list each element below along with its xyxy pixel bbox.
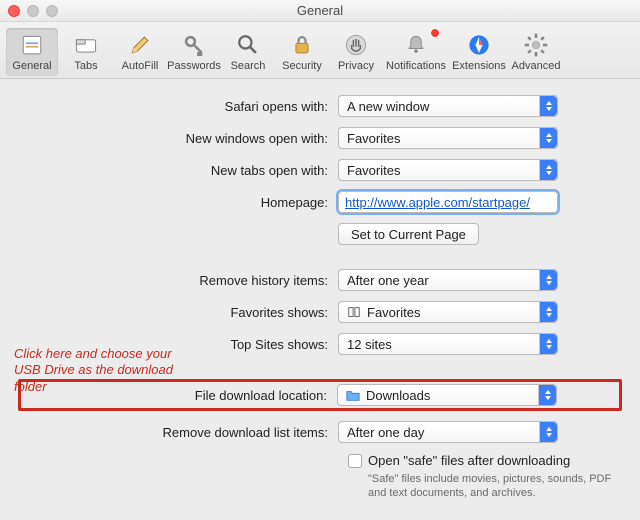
select-remove-downloads[interactable]: After one day bbox=[338, 421, 558, 443]
label-opens-with: Safari opens with: bbox=[18, 99, 338, 114]
select-opens-with[interactable]: A new window bbox=[338, 95, 558, 117]
general-icon bbox=[14, 30, 50, 60]
select-value: After one year bbox=[347, 273, 429, 288]
tabs-icon bbox=[68, 30, 104, 60]
select-value: A new window bbox=[347, 99, 429, 114]
tab-label: General bbox=[12, 60, 51, 72]
select-remove-history[interactable]: After one year bbox=[338, 269, 558, 291]
annotation-callout: Click here and choose your USB Drive as … bbox=[14, 346, 174, 395]
chevron-updown-icon bbox=[539, 422, 557, 442]
select-download-location[interactable]: Downloads bbox=[337, 384, 557, 406]
tab-tabs[interactable]: Tabs bbox=[60, 28, 112, 76]
label-new-tabs: New tabs open with: bbox=[18, 163, 338, 178]
select-value: Favorites bbox=[347, 163, 400, 178]
select-new-tabs[interactable]: Favorites bbox=[338, 159, 558, 181]
titlebar: General bbox=[0, 0, 640, 22]
chevron-updown-icon bbox=[539, 270, 557, 290]
tab-security[interactable]: Security bbox=[276, 28, 328, 76]
hand-icon bbox=[338, 30, 374, 60]
select-new-windows[interactable]: Favorites bbox=[338, 127, 558, 149]
compass-icon bbox=[461, 30, 497, 60]
tab-label: AutoFill bbox=[122, 60, 159, 72]
tab-label: Passwords bbox=[167, 60, 221, 72]
chevron-updown-icon bbox=[539, 128, 557, 148]
tab-label: Advanced bbox=[512, 60, 561, 72]
label-remove-history: Remove history items: bbox=[18, 273, 338, 288]
gear-icon bbox=[518, 30, 554, 60]
tab-search[interactable]: Search bbox=[222, 28, 274, 76]
pencil-icon bbox=[122, 30, 158, 60]
chevron-updown-icon bbox=[539, 96, 557, 116]
select-value: Favorites bbox=[367, 305, 420, 320]
open-safe-help: "Safe" files include movies, pictures, s… bbox=[368, 472, 618, 501]
tab-autofill[interactable]: AutoFill bbox=[114, 28, 166, 76]
bell-icon bbox=[398, 30, 434, 60]
tab-extensions[interactable]: Extensions bbox=[450, 28, 508, 76]
select-value: After one day bbox=[347, 425, 424, 440]
tab-passwords[interactable]: Passwords bbox=[168, 28, 220, 76]
select-favorites-shows[interactable]: Favorites bbox=[338, 301, 558, 323]
tab-label: Security bbox=[282, 60, 322, 72]
folder-icon bbox=[346, 388, 360, 402]
label-favorites-shows: Favorites shows: bbox=[18, 305, 338, 320]
set-current-page-button[interactable]: Set to Current Page bbox=[338, 223, 479, 245]
button-label: Set to Current Page bbox=[351, 227, 466, 242]
select-top-sites[interactable]: 12 sites bbox=[338, 333, 558, 355]
tab-label: Notifications bbox=[386, 60, 446, 72]
select-value: Downloads bbox=[366, 388, 430, 403]
tab-notifications[interactable]: Notifications bbox=[384, 28, 448, 76]
homepage-value: http://www.apple.com/startpage/ bbox=[345, 195, 530, 210]
chevron-updown-icon bbox=[539, 160, 557, 180]
open-safe-label: Open "safe" files after downloading bbox=[368, 453, 570, 468]
general-pane: Safari opens with: A new window New wind… bbox=[0, 79, 640, 511]
select-value: Favorites bbox=[347, 131, 400, 146]
tab-privacy[interactable]: Privacy bbox=[330, 28, 382, 76]
label-remove-downloads: Remove download list items: bbox=[18, 425, 338, 440]
notifications-badge bbox=[430, 28, 440, 38]
select-value: 12 sites bbox=[347, 337, 392, 352]
preferences-toolbar: General Tabs AutoFill Passwords Search S… bbox=[0, 22, 640, 79]
lock-icon bbox=[284, 30, 320, 60]
label-new-windows: New windows open with: bbox=[18, 131, 338, 146]
chevron-updown-icon bbox=[539, 334, 557, 354]
chevron-updown-icon bbox=[538, 385, 556, 405]
homepage-field[interactable]: http://www.apple.com/startpage/ bbox=[338, 191, 558, 213]
book-icon bbox=[347, 305, 361, 319]
tab-label: Privacy bbox=[338, 60, 374, 72]
tab-advanced[interactable]: Advanced bbox=[510, 28, 562, 76]
tab-general[interactable]: General bbox=[6, 28, 58, 76]
search-icon bbox=[230, 30, 266, 60]
tab-label: Extensions bbox=[452, 60, 506, 72]
window-title: General bbox=[0, 3, 640, 18]
tab-label: Tabs bbox=[74, 60, 97, 72]
open-safe-checkbox[interactable] bbox=[348, 454, 362, 468]
label-homepage: Homepage: bbox=[18, 195, 338, 210]
tab-label: Search bbox=[231, 60, 266, 72]
chevron-updown-icon bbox=[539, 302, 557, 322]
key-icon bbox=[176, 30, 212, 60]
